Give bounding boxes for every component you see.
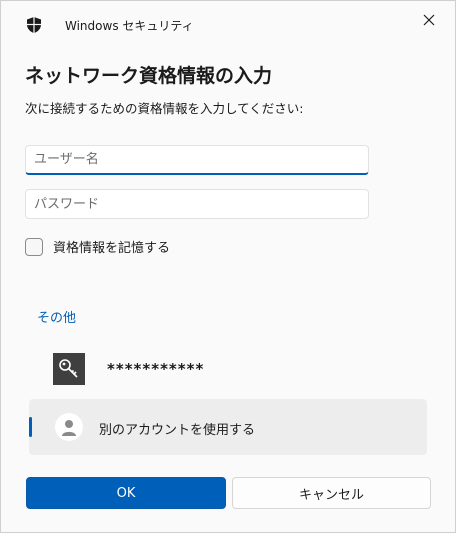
dialog-subtitle: 次に接続するための資格情報を入力してください: <box>25 101 304 116</box>
username-field-container <box>25 145 369 175</box>
saved-credential-item[interactable]: *********** <box>53 353 204 385</box>
close-icon <box>423 11 435 30</box>
use-other-account-label: 別のアカウントを使用する <box>99 423 256 438</box>
dialog-heading: ネットワーク資格情報の入力 <box>25 65 273 87</box>
ok-button[interactable]: OK <box>26 477 226 509</box>
person-icon <box>55 413 83 441</box>
remember-checkbox[interactable] <box>25 237 43 256</box>
use-other-account-item[interactable]: 別のアカウントを使用する <box>29 399 427 455</box>
more-options-link[interactable]: その他 <box>37 307 76 326</box>
key-icon <box>53 353 85 385</box>
title-bar: Windows セキュリティ <box>1 1 455 45</box>
username-input[interactable] <box>26 146 368 173</box>
selection-indicator <box>29 417 32 437</box>
window-title: Windows セキュリティ <box>65 19 194 33</box>
remember-label: 資格情報を記憶する <box>53 241 171 256</box>
password-input[interactable] <box>26 190 368 218</box>
cancel-button[interactable]: キャンセル <box>232 477 431 509</box>
close-button[interactable] <box>409 5 449 35</box>
credential-dialog: Windows セキュリティ ネットワーク資格情報の入力 次に接続するための資格… <box>0 0 456 533</box>
shield-icon <box>25 16 43 34</box>
password-field-container <box>25 189 369 219</box>
remember-credentials[interactable]: 資格情報を記憶する <box>25 237 170 256</box>
saved-credential-name: *********** <box>107 360 205 378</box>
